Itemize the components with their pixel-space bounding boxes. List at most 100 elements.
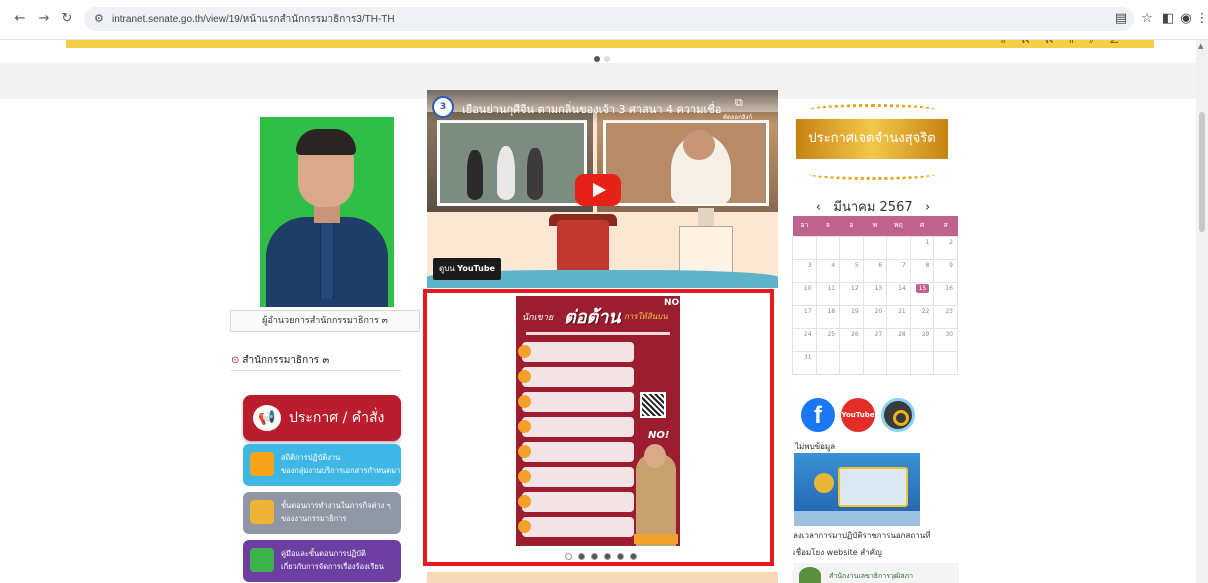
weekday-header: พ [863, 216, 887, 236]
calendar-day[interactable]: 1 [909, 235, 935, 260]
back-icon[interactable]: ← [12, 11, 28, 27]
calendar-day[interactable]: 24 [792, 327, 817, 352]
calendar-day[interactable]: 21 [886, 304, 911, 329]
site-info-icon[interactable]: ⚙ [94, 12, 104, 25]
calendar-day[interactable]: 28 [886, 327, 911, 352]
workflow-button[interactable]: ขั้นตอนการทำงานในภารกิจต่าง ๆ ของงานกรรม… [243, 492, 401, 534]
calendar-day[interactable]: 25 [815, 327, 841, 352]
section-title: ⊙ สำนักกรรมาธิการ ๓ [231, 353, 329, 368]
calendar-day[interactable]: 29 [909, 327, 935, 352]
translate-icon[interactable]: ▤ [1113, 10, 1129, 28]
address-bar[interactable]: ⚙ intranet.senate.go.th/view/19/หน้าแรกส… [84, 7, 1134, 31]
poster-point-number [518, 395, 531, 408]
facebook-icon[interactable]: f [801, 398, 835, 432]
calendar-day[interactable]: 13 [862, 281, 888, 306]
copy-link-icon[interactable]: ⧉ [735, 96, 743, 110]
video-title[interactable]: เยือนย่านกุศีจีน ตามกลิ่นของเจ้า 3 ศาสนา… [462, 100, 721, 118]
copy-link-label[interactable]: คัดลอกลิงก์ [723, 112, 752, 122]
profile-icon[interactable]: ◉ [1178, 10, 1194, 28]
no-data-text: ไม่พบข้อมูล [795, 442, 836, 451]
senate-secretariat-link[interactable]: สำนักงานเลขาธิการวุฒิสภา [793, 563, 959, 583]
remote-attendance-portal-image[interactable] [794, 453, 920, 526]
reload-icon[interactable]: ↻ [59, 11, 75, 27]
calendar-day[interactable]: 20 [862, 304, 888, 329]
watch-on-youtube-button[interactable]: ดูบน YouTube [433, 258, 501, 280]
calendar-day [933, 350, 958, 375]
button-line1: สถิติการปฏิบัติงาน [281, 453, 341, 462]
carousel-dot[interactable] [617, 553, 624, 560]
scroll-up-icon[interactable]: ▲ [1198, 42, 1203, 50]
calendar-day[interactable]: 15 [909, 281, 935, 306]
calendar-day[interactable]: 10 [792, 281, 817, 306]
scroll-thumb[interactable] [1199, 112, 1205, 232]
banner-dot[interactable] [604, 56, 610, 62]
calendar-day[interactable]: 23 [933, 304, 958, 329]
anti-bribery-poster[interactable]: นักเขาย ต่อต้าน การให้สินบน NO NO! [516, 296, 680, 546]
calendar-grid: อาจอพพฤศส 1 2 3 4 5 6 7 8 9 10 11 12 13 14 15 16 17 18 19 2… [792, 216, 958, 375]
youtube-icon[interactable]: YouTube [841, 398, 875, 432]
integrity-declaration-banner[interactable]: ประกาศเจตจำนงสุจริต [790, 98, 954, 188]
side-panel-icon[interactable]: ◧ [1160, 10, 1176, 28]
poster-title-a: นักเขาย [522, 313, 554, 323]
calendar-day[interactable]: 5 [839, 258, 864, 283]
calendar-day[interactable]: 19 [839, 304, 864, 329]
complaint-manual-button[interactable]: คู่มือและขั้นตอนการปฏิบัติ เกี่ยวกับการจ… [243, 540, 401, 582]
weekday-header: ศ [910, 216, 934, 236]
calendar-day[interactable]: 9 [933, 258, 958, 283]
youtube-video-embed[interactable]: 3 เยือนย่านกุศีจีน ตามกลิ่นของเจ้า 3 ศาส… [427, 90, 778, 288]
calendar-day[interactable]: 12 [839, 281, 864, 306]
integrity-label: ประกาศเจตจำนงสุจริต [796, 119, 948, 159]
calendar-day[interactable]: 7 [886, 258, 911, 283]
carousel-dot[interactable] [591, 553, 598, 560]
bookmark-star-icon[interactable]: ☆ [1139, 10, 1155, 28]
calendar-day[interactable]: 30 [933, 327, 958, 352]
calendar-day[interactable]: 16 [933, 281, 958, 306]
banner-dot[interactable] [594, 56, 600, 62]
poster-point [518, 367, 634, 387]
calendar-day [909, 350, 935, 375]
button-line2: ของกลุ่มงานบริการเอกสารกำหนดมา [281, 466, 401, 475]
channel-avatar[interactable]: 3 [432, 96, 454, 118]
carousel-indicators [562, 545, 640, 564]
poster-point-number [518, 445, 531, 458]
no-stamp: NO! [648, 430, 670, 441]
calendar-day [862, 350, 888, 375]
senate-logo-icon [799, 567, 821, 583]
calendar-day[interactable]: 27 [862, 327, 888, 352]
gear-badge-icon[interactable] [881, 398, 915, 432]
anti-bribery-carousel[interactable]: นักเขาย ต่อต้าน การให้สินบน NO NO! [423, 289, 774, 566]
next-banner[interactable] [427, 572, 778, 583]
page-scrollbar[interactable]: ▲ [1196, 40, 1208, 583]
calendar-day[interactable]: 4 [815, 258, 841, 283]
calendar-prev-button[interactable]: ‹ [816, 200, 821, 215]
button-line1: ขั้นตอนการทำงานในภารกิจต่าง ๆ [281, 501, 391, 510]
play-button[interactable] [575, 174, 621, 206]
calendar-next-button[interactable]: › [925, 200, 930, 215]
carousel-dot[interactable] [604, 553, 611, 560]
poster-point-number [518, 345, 531, 358]
calendar-day[interactable]: 6 [862, 258, 888, 283]
announcement-button[interactable]: 📢 ประกาศ / คำสั่ง [243, 395, 401, 441]
calendar-day[interactable]: 22 [909, 304, 935, 329]
calendar-day[interactable]: 11 [815, 281, 841, 306]
section-title-text: สำนักกรรมาธิการ ๓ [242, 355, 330, 366]
url-text[interactable]: intranet.senate.go.th/view/19/หน้าแรกสำน… [112, 12, 395, 27]
calendar-day[interactable]: 14 [886, 281, 911, 306]
calendar-day[interactable]: 2 [933, 235, 958, 260]
poster-point-number [518, 370, 531, 383]
calendar-day[interactable]: 8 [909, 258, 935, 283]
calendar-day[interactable]: 17 [792, 304, 817, 329]
carousel-dot[interactable] [578, 553, 585, 560]
calendar-day[interactable]: 18 [815, 304, 841, 329]
portal-caption[interactable]: ลงเวลาการมาปฏิบัติราชการนอกสถานที่ [793, 529, 930, 542]
forward-icon[interactable]: → [36, 11, 52, 27]
calendar-day[interactable]: 31 [792, 350, 817, 375]
weekday-header: อา [792, 216, 817, 236]
statistics-button[interactable]: สถิติการปฏิบัติงาน ของกลุ่มงานบริการเอกส… [243, 444, 401, 486]
poster-point [518, 442, 634, 462]
carousel-dot[interactable] [565, 553, 572, 560]
calendar-day[interactable]: 3 [792, 258, 817, 283]
calendar-day[interactable]: 26 [839, 327, 864, 352]
menu-icon[interactable]: ⋮ [1194, 10, 1208, 28]
carousel-dot[interactable] [630, 553, 637, 560]
